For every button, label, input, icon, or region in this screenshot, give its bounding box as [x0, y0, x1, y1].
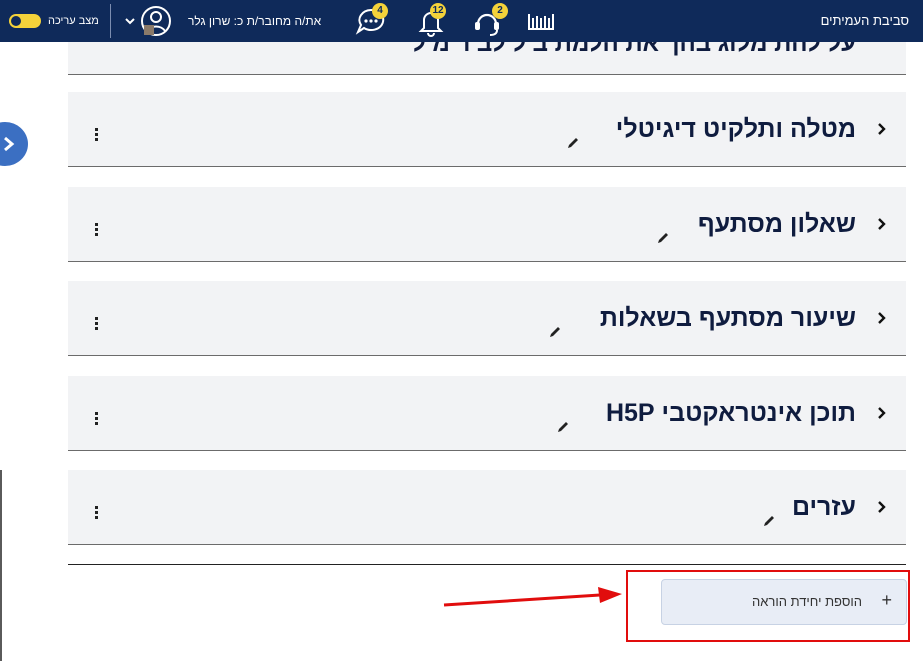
chevron-collapse-icon[interactable] — [876, 500, 886, 514]
course-index-drawer-button[interactable] — [0, 122, 28, 166]
logged-in-user-text: את/ה מחובר/ת כ: שרון גלר — [188, 14, 322, 28]
section-title-partial: על להת מלוג בהך את הלמת ב ל לב ר מ ל — [411, 42, 856, 57]
section-title[interactable]: שיעור מסתעף בשאלות — [600, 281, 856, 355]
notifications-count-badge: 12 — [430, 3, 446, 19]
annotation-arrow-icon — [443, 587, 622, 607]
section-actions-menu-icon[interactable] — [95, 412, 99, 427]
edit-mode-toggle[interactable] — [9, 14, 41, 28]
edit-pencil-icon[interactable] — [762, 514, 776, 528]
support-headset-icon[interactable]: 2 — [470, 3, 508, 38]
section-actions-menu-icon[interactable] — [95, 223, 99, 238]
edit-pencil-icon[interactable] — [656, 231, 670, 245]
left-scroll-edge — [0, 470, 2, 661]
section-actions-menu-icon[interactable] — [95, 506, 99, 521]
edit-pencil-icon[interactable] — [556, 420, 570, 434]
chevron-collapse-icon[interactable] — [876, 311, 886, 325]
section-actions-menu-icon[interactable] — [95, 317, 99, 332]
add-teaching-unit-button[interactable]: + הוספת יחידת הוראה — [661, 579, 907, 625]
chevron-collapse-icon[interactable] — [876, 217, 886, 231]
add-teaching-unit-label: הוספת יחידת הוראה — [752, 594, 862, 609]
support-count-badge: 2 — [492, 3, 508, 19]
course-section: מטלה ותלקיט דיגיטלי — [68, 92, 906, 167]
course-section: שאלון מסתעף — [68, 187, 906, 262]
section-title[interactable]: מטלה ותלקיט דיגיטלי — [616, 92, 856, 166]
chevron-collapse-icon[interactable] — [876, 122, 886, 136]
course-section: עזרים — [68, 470, 906, 545]
dashboard-grid-icon[interactable] — [524, 4, 558, 38]
edit-mode-label: מצב עריכה — [48, 15, 99, 27]
section-partial-top: על להת מלוג בהך את הלמת ב ל לב ר מ ל — [68, 42, 906, 75]
edit-pencil-icon[interactable] — [566, 136, 580, 150]
user-avatar[interactable] — [140, 5, 172, 37]
plus-icon: + — [881, 590, 892, 610]
navbar-divider — [110, 4, 111, 38]
edit-pencil-icon[interactable] — [548, 325, 562, 339]
user-menu-chevron-down-icon[interactable] — [124, 14, 136, 26]
section-actions-menu-icon[interactable] — [95, 128, 99, 143]
top-navbar: סביבת העמיתים 2 12 4 את/ה מחובר/ת כ: שרו… — [0, 0, 923, 42]
course-section: שיעור מסתעף בשאלות — [68, 281, 906, 356]
section-title[interactable]: שאלון מסתעף — [698, 187, 856, 261]
messages-chat-icon[interactable]: 4 — [354, 3, 388, 38]
notifications-bell-icon[interactable]: 12 — [414, 3, 448, 38]
site-brand-link[interactable]: סביבת העמיתים — [821, 0, 909, 42]
chevron-collapse-icon[interactable] — [876, 406, 886, 420]
section-title[interactable]: תוכן אינטראקטבי H5P — [606, 376, 856, 450]
course-section: תוכן אינטראקטבי H5P — [68, 376, 906, 451]
messages-count-badge: 4 — [372, 3, 388, 19]
section-title[interactable]: עזרים — [792, 470, 856, 544]
chevron-right-icon — [4, 136, 15, 152]
sections-bottom-divider — [68, 564, 906, 565]
